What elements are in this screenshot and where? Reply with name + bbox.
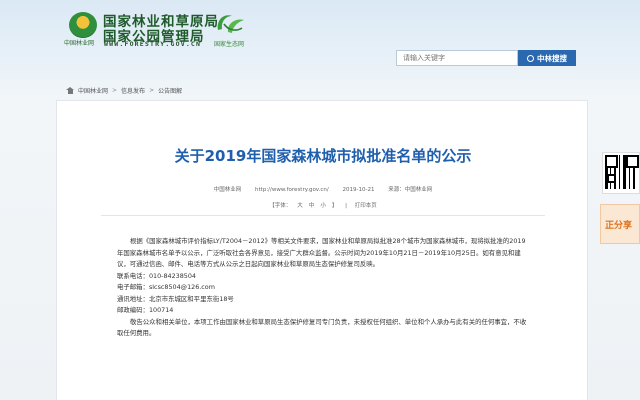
font-small-button[interactable]: 小 — [320, 203, 326, 209]
breadcrumb-separator: > — [112, 87, 118, 94]
breadcrumb-separator: > — [149, 87, 155, 94]
divider — [101, 215, 545, 216]
site-header: 中国林业网 国家林业和草原局 国家公园管理局 WWW.FORESTRY.GOV.… — [0, 0, 640, 78]
contact-postcode: 邮政编码：100714 — [117, 306, 174, 314]
body-paragraph-2: 敬告公众和相关单位，本项工作由国家林业和草原局生态保护修复司专门负责，未授权任何… — [117, 317, 527, 338]
breadcrumb-item-home[interactable]: 中国林业网 — [78, 86, 108, 95]
body-paragraph-1: 根据《国家森林城市评价指标LY/T2004－2012》等相关文件要求，国家林业和… — [117, 237, 526, 268]
contact-address: 通讯地址：北京市东城区和平里东街18号 — [117, 294, 234, 303]
article-source-url[interactable]: http://www.forestry.gov.cn/ — [255, 187, 329, 193]
article-meta: 中国林业网 http://www.forestry.gov.cn/ 2019-1… — [57, 185, 589, 193]
article-title: 关于2019年国家森林城市拟批准名单的公示 — [174, 147, 472, 165]
font-large-button[interactable]: 大 — [297, 203, 303, 209]
print-button[interactable]: 打印本页 — [355, 203, 377, 209]
search-input[interactable] — [396, 50, 518, 66]
article-source: 中国林业网 — [213, 187, 242, 193]
font-size-label: 【字体： — [269, 203, 292, 209]
contact-email: 电子邮箱：slcsc8504@126.com — [117, 283, 215, 291]
breadcrumb: 中国林业网 > 信息发布 > 公告图解 — [66, 86, 182, 95]
emblem-caption: 中国林业网 — [64, 40, 95, 47]
share-float-button[interactable]: 正分享 — [600, 204, 640, 244]
meta-separator: | — [345, 203, 347, 209]
article-origin: 来源：中国林业网 — [388, 187, 433, 193]
search-button-label: 中林搜搜 — [537, 53, 567, 63]
site-url: WWW.FORESTRY.GOV.CN — [104, 40, 202, 48]
search-button[interactable]: 中林搜搜 — [518, 50, 576, 66]
font-medium-button[interactable]: 中 — [309, 203, 315, 209]
home-icon[interactable] — [66, 87, 74, 94]
qr-code-icon — [605, 155, 639, 189]
search-icon — [527, 54, 534, 62]
qr-code — [602, 152, 640, 194]
article-date: 2019-10-21 — [342, 187, 375, 193]
qr-corner — [607, 174, 616, 183]
article-body: 根据《国家森林城市评价指标LY/T2004－2012》等相关文件要求，国家林业和… — [117, 236, 527, 340]
forestry-emblem-icon[interactable] — [69, 12, 97, 38]
eco-network-logo-icon[interactable] — [214, 10, 248, 38]
contact-phone: 联系电话：010-84238504 — [117, 271, 196, 280]
breadcrumb-item-news[interactable]: 信息发布 — [121, 86, 145, 95]
article-card: 关于2019年国家森林城市拟批准名单的公示 中国林业网 http://www.f… — [56, 100, 588, 400]
font-size-controls: 【字体： 大中小】 | 打印本页 — [57, 201, 589, 209]
eco-network-caption: 国家生态网 — [214, 41, 245, 48]
font-size-close: 】 — [331, 203, 338, 209]
breadcrumb-item-notices[interactable]: 公告图解 — [158, 86, 182, 95]
